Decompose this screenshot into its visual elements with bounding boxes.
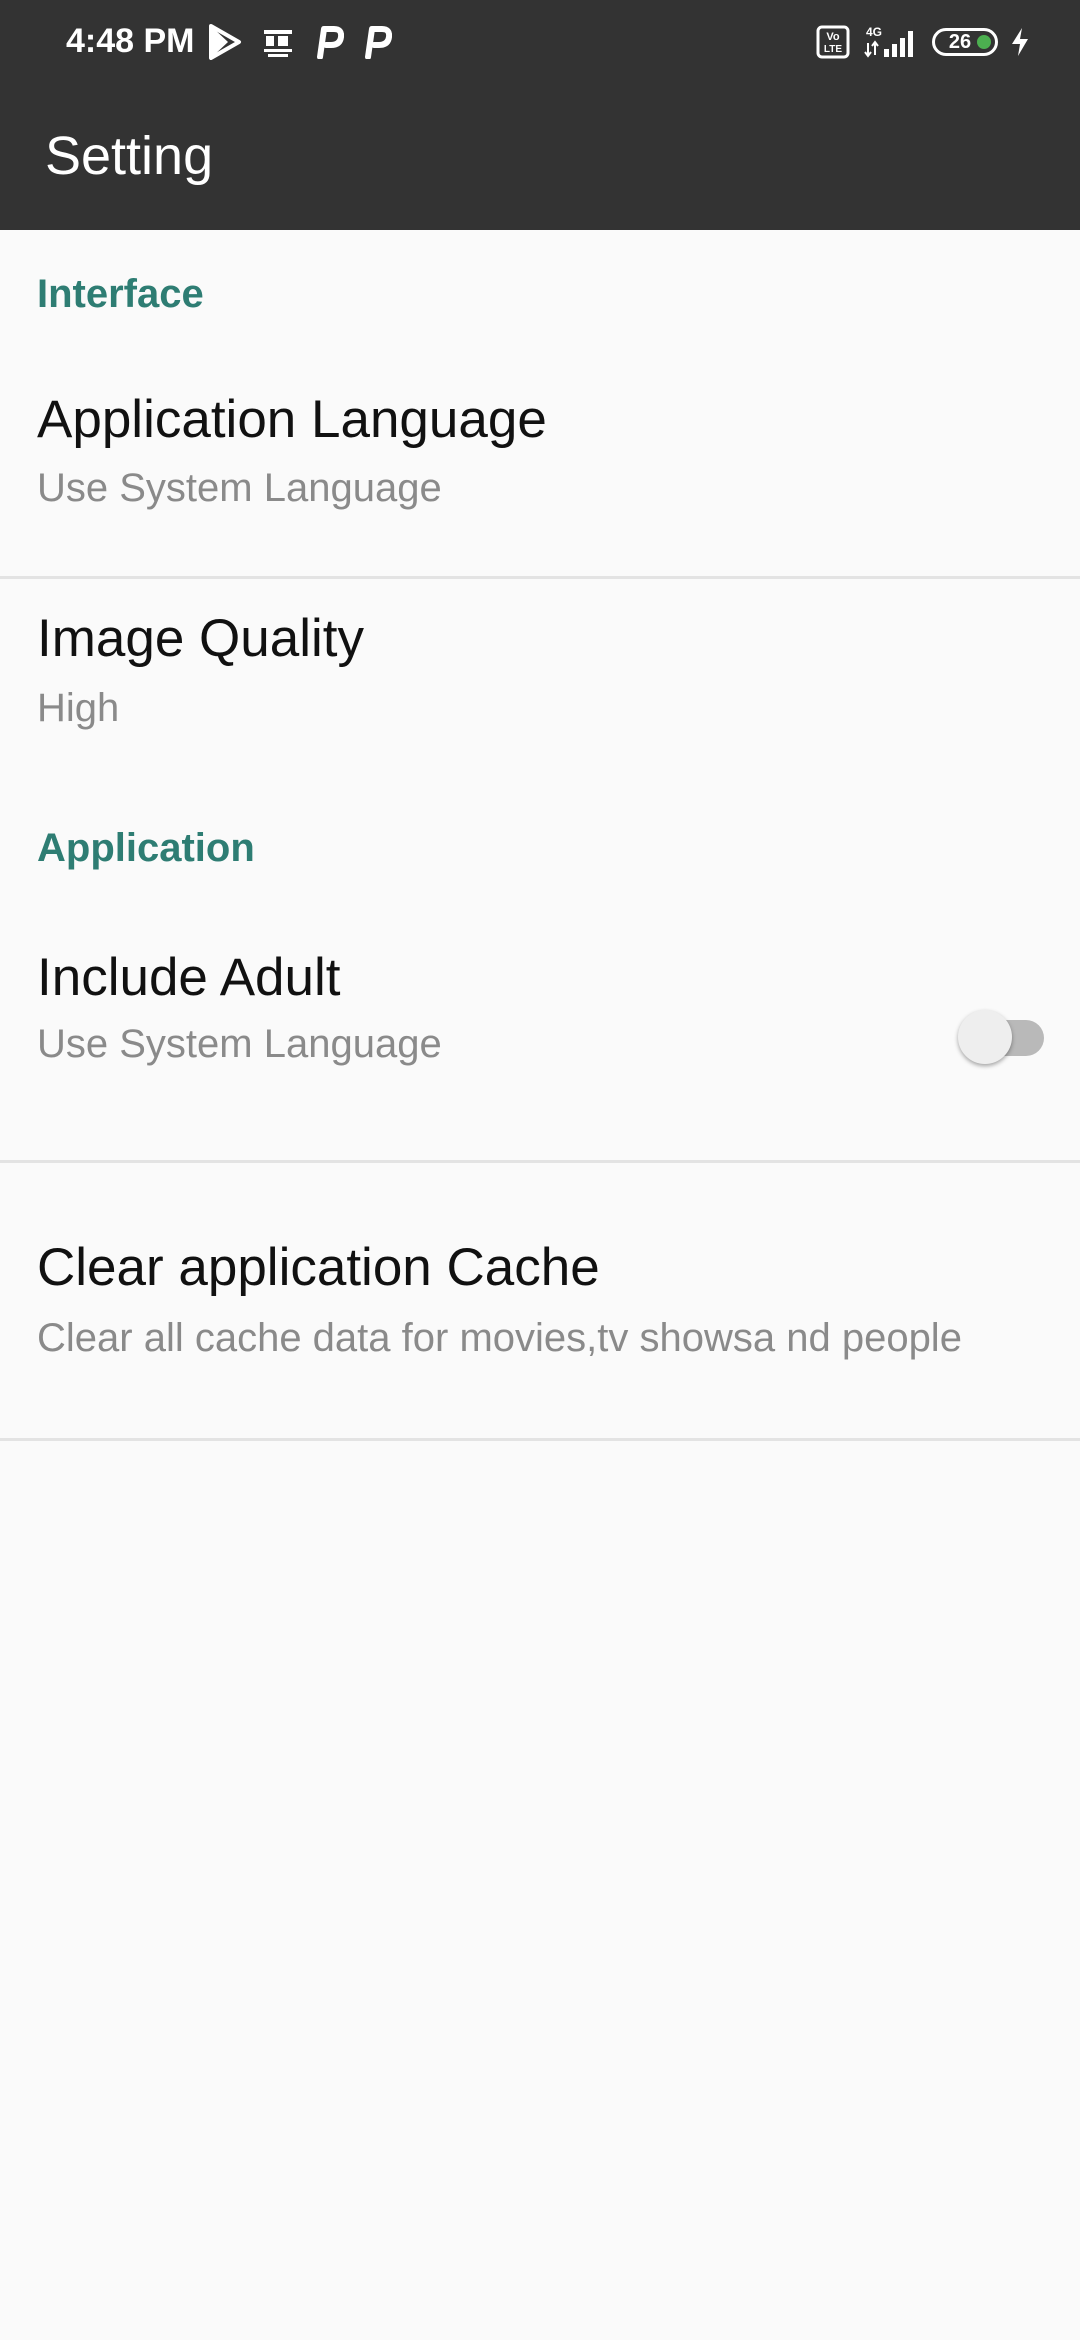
- divider: [0, 576, 1080, 579]
- battery-fill: [977, 35, 991, 49]
- divider: [0, 1160, 1080, 1163]
- pref-title: Image Quality: [37, 609, 364, 668]
- pref-summary: High: [37, 686, 120, 730]
- pref-title: Clear application Cache: [37, 1238, 600, 1297]
- include-adult-toggle[interactable]: [958, 1002, 1050, 1064]
- charging-icon: [1010, 26, 1030, 58]
- svg-text:Vo: Vo: [826, 31, 840, 43]
- play-store-icon: [208, 24, 242, 60]
- svg-text:LTE: LTE: [824, 44, 842, 55]
- svg-text:4G: 4G: [866, 25, 882, 39]
- pref-image-quality[interactable]: Image Quality High: [0, 580, 1080, 780]
- pref-summary: Use System Language: [37, 1022, 442, 1066]
- section-header-interface: Interface: [37, 272, 204, 316]
- pref-title: Include Adult: [37, 948, 341, 1007]
- volte-icon: Vo LTE: [816, 25, 850, 59]
- notification-icons: [208, 22, 392, 62]
- dainik-bhaskar-icon: [260, 24, 296, 60]
- pref-include-adult[interactable]: Include Adult Use System Language: [0, 900, 1080, 1158]
- p-app-icon: [314, 25, 344, 59]
- section-header-application: Application: [37, 826, 255, 870]
- battery-icon: 26: [932, 28, 998, 56]
- pref-application-language[interactable]: Application Language Use System Language: [0, 350, 1080, 574]
- pref-summary: Use System Language: [37, 466, 442, 510]
- pref-clear-cache[interactable]: Clear application Cache Clear all cache …: [0, 1164, 1080, 1436]
- 4g-signal-icon: 4G: [862, 25, 920, 59]
- battery-level: 26: [948, 30, 972, 53]
- divider: [0, 1438, 1080, 1441]
- pref-title: Application Language: [37, 390, 547, 449]
- status-time: 4:48 PM: [66, 22, 195, 60]
- toggle-thumb: [958, 1010, 1012, 1064]
- system-icons: Vo LTE 4G 26: [816, 22, 1030, 62]
- page-title: Setting: [45, 126, 214, 186]
- p-app-icon: [362, 25, 392, 59]
- app-bar: Setting: [0, 78, 1080, 230]
- pref-summary: Clear all cache data for movies,tv shows…: [37, 1316, 962, 1360]
- status-bar: 4:48 PM Vo LTE 4G 26: [0, 0, 1080, 78]
